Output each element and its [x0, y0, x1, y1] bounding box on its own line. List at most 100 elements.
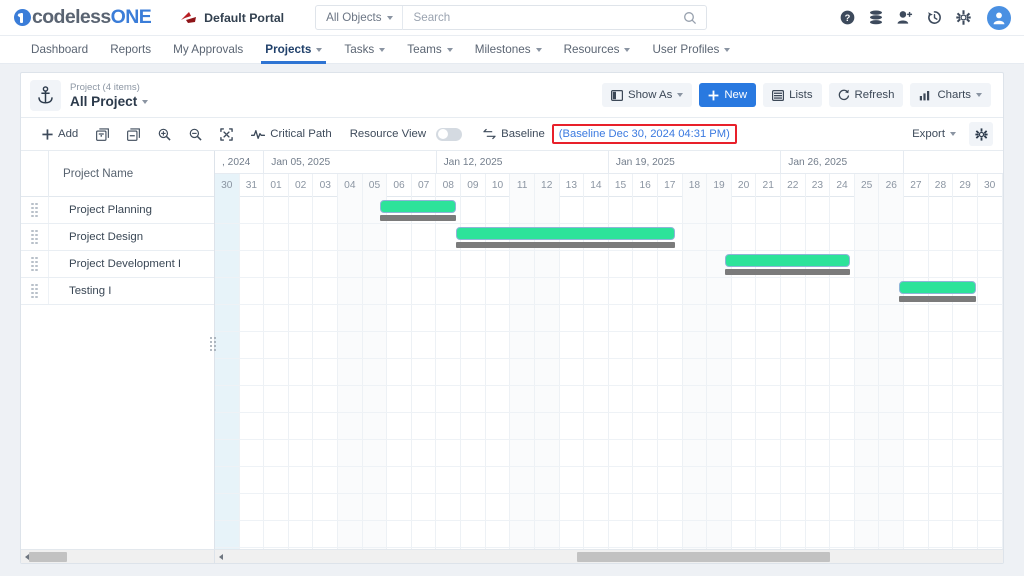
charts-button[interactable]: Charts	[910, 83, 991, 107]
row-drag-handle[interactable]	[21, 224, 49, 250]
baseline-timestamp-note[interactable]: (Baseline Dec 30, 2024 04:31 PM)	[551, 124, 737, 144]
row-drag-handle[interactable]	[21, 251, 49, 277]
nav-item-user-profiles[interactable]: User Profiles	[641, 36, 741, 64]
expand-all-button[interactable]	[87, 122, 118, 146]
database-icon[interactable]	[869, 10, 883, 25]
gantt-baseline-bar[interactable]	[724, 269, 851, 275]
zoom-out-button[interactable]	[180, 122, 211, 146]
plus-icon	[708, 90, 719, 100]
logo-text-dark: codeless	[32, 6, 111, 28]
search-icon[interactable]	[683, 11, 697, 25]
nav-item-milestones[interactable]: Milestones	[464, 36, 553, 64]
row-drag-handle[interactable]	[21, 197, 49, 223]
settings-gear-icon[interactable]	[956, 10, 971, 25]
table-row[interactable]: Testing I	[21, 278, 214, 305]
card-subtitle: Project (4 items)	[70, 81, 140, 93]
scroll-left-arrow-icon[interactable]	[219, 554, 223, 560]
timeline-day-label: 04	[338, 174, 363, 197]
portal-selector[interactable]: Default Portal	[180, 11, 284, 25]
timeline-day-label: 20	[732, 174, 757, 197]
gantt-task-bar[interactable]	[724, 254, 851, 267]
timeline-day-row: 30 31 01 02 03 04 05 06 07 08 09 10 11 12 13 14 15 16 17 18…	[215, 174, 1003, 197]
list-icon	[772, 89, 785, 101]
refresh-button[interactable]: Refresh	[828, 83, 904, 107]
chevron-down-icon	[316, 47, 323, 52]
export-button[interactable]: Export	[903, 122, 965, 146]
settings-gear-icon	[974, 127, 988, 141]
refresh-icon	[838, 89, 849, 101]
nav-label: Teams	[407, 43, 442, 56]
collapse-all-icon	[127, 127, 141, 141]
collapse-all-button[interactable]	[118, 122, 149, 146]
gantt-baseline-bar[interactable]	[899, 296, 976, 302]
svg-text:?: ?	[845, 13, 851, 23]
task-list-pane: Project Name Project Planning Project Des…	[21, 150, 217, 563]
timeline-day-label: 01	[264, 174, 289, 197]
lists-button[interactable]: Lists	[763, 83, 822, 107]
nav-item-teams[interactable]: Teams	[396, 36, 463, 64]
row-drag-handle[interactable]	[21, 278, 49, 304]
button-label: Show As	[628, 89, 673, 101]
timeline-day-label: 23	[806, 174, 831, 197]
gantt-settings-button[interactable]	[969, 122, 993, 146]
timeline-day-label: 28	[929, 174, 954, 197]
timeline-day-label: 21	[756, 174, 782, 197]
app-logo[interactable]: codelessONE	[14, 6, 152, 29]
help-icon[interactable]: ?	[840, 10, 855, 25]
logo-text-blue: ONE	[110, 6, 152, 28]
timeline-week-label: Jan 19, 2025	[609, 151, 782, 174]
timeline-day-label: 25	[854, 174, 880, 197]
scrollbar-thumb[interactable]	[577, 552, 830, 562]
column-header-project-name: Project Name	[63, 167, 134, 180]
table-row[interactable]: Project Development I	[21, 251, 214, 278]
chevron-down-icon[interactable]	[142, 99, 149, 104]
gantt-toolbar: Add Critical Path Resource View Baseline…	[21, 118, 1003, 151]
gantt-baseline-bar[interactable]	[456, 242, 676, 248]
scrollbar-thumb[interactable]	[28, 552, 68, 562]
chevron-down-icon	[446, 47, 453, 52]
resource-view-toggle-group: Resource View	[341, 122, 474, 146]
nav-item-reports[interactable]: Reports	[99, 36, 162, 64]
history-icon[interactable]	[927, 10, 942, 25]
timeline-day-label: 10	[486, 174, 511, 197]
task-list-hscrollbar[interactable]	[21, 549, 215, 563]
nav-item-projects[interactable]: Projects	[254, 36, 333, 64]
portal-logo-icon	[180, 11, 197, 24]
timeline-row-line	[215, 251, 1003, 278]
nav-item-my-approvals[interactable]: My Approvals	[162, 36, 254, 64]
nav-item-dashboard[interactable]: Dashboard	[20, 36, 99, 64]
add-user-icon[interactable]	[897, 10, 913, 25]
timeline-day-label: 05	[362, 174, 388, 197]
show-as-button[interactable]: Show As	[602, 83, 693, 107]
add-button[interactable]: Add	[33, 122, 87, 146]
fit-screen-button[interactable]	[211, 122, 242, 146]
timeline-hscrollbar[interactable]	[215, 549, 1003, 563]
timeline-row-line	[215, 413, 1003, 440]
new-button[interactable]: New	[699, 83, 757, 107]
gantt-task-bar[interactable]	[456, 227, 676, 240]
user-avatar[interactable]	[987, 5, 1011, 30]
project-card: Project (4 items) All Project Show As Ne…	[20, 72, 1004, 564]
timeline-row-line	[215, 332, 1003, 359]
table-row[interactable]: Project Planning	[21, 197, 214, 224]
task-rows: Project Planning Project Design Project De…	[21, 197, 214, 305]
gantt-task-bar[interactable]	[379, 200, 457, 213]
nav-item-tasks[interactable]: Tasks	[333, 36, 396, 64]
baseline-button[interactable]: Baseline	[474, 122, 547, 146]
nav-item-resources[interactable]: Resources	[553, 36, 642, 64]
timeline-row-line	[215, 386, 1003, 413]
critical-path-button[interactable]: Critical Path	[242, 122, 340, 146]
resource-view-toggle[interactable]	[436, 127, 463, 141]
page-title: All Project	[70, 94, 149, 110]
logo-text: codelessONE	[32, 6, 152, 29]
search-scope-dropdown[interactable]: All Objects	[316, 6, 401, 29]
table-row[interactable]: Project Design	[21, 224, 214, 251]
search-input[interactable]	[402, 11, 684, 24]
nav-label: Milestones	[474, 43, 531, 56]
timeline-day-label: 30	[215, 174, 240, 197]
gantt-baseline-bar[interactable]	[379, 215, 457, 221]
zoom-in-button[interactable]	[149, 122, 180, 146]
pane-splitter-handle[interactable]	[209, 331, 217, 357]
gantt-task-bar[interactable]	[899, 281, 976, 294]
timeline-day-label: 31	[240, 174, 265, 197]
